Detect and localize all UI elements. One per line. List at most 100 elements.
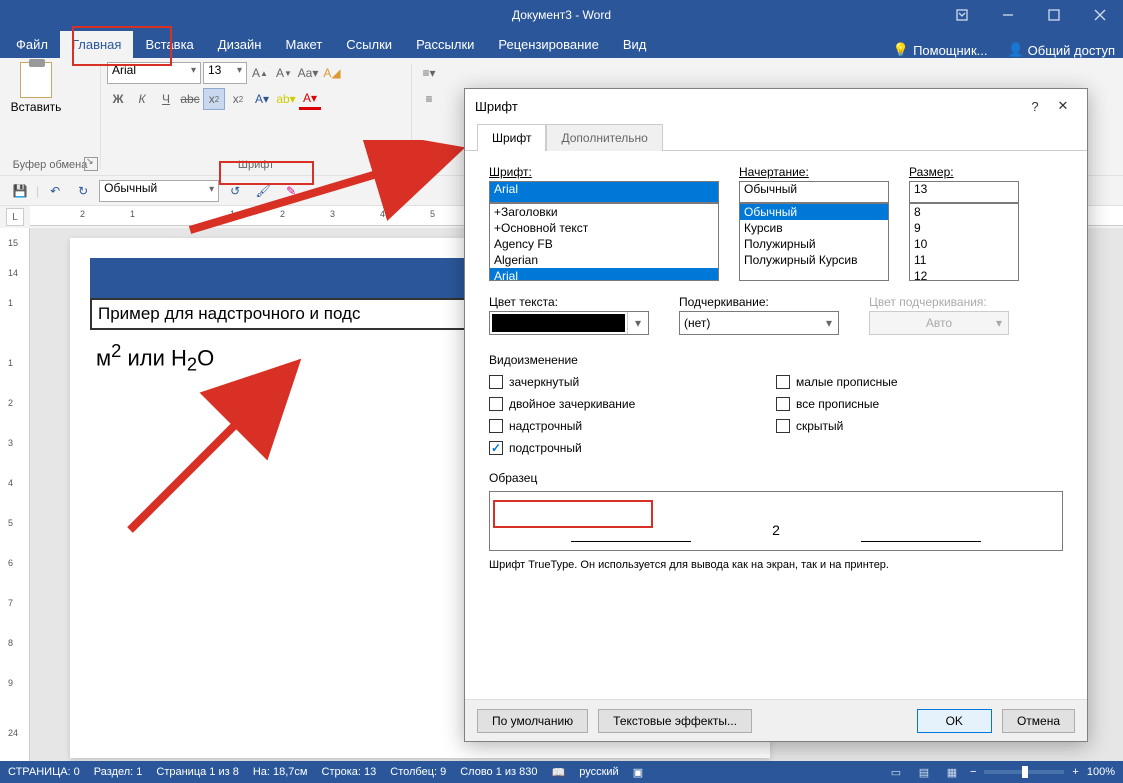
- dialog-tab-font[interactable]: Шрифт: [477, 124, 546, 151]
- checkbox-strikethrough[interactable]: зачеркнутый: [489, 375, 776, 389]
- bullets-button[interactable]: ≡▾: [418, 62, 440, 84]
- status-macro-icon[interactable]: ▣: [633, 766, 643, 779]
- list-item[interactable]: Обычный: [740, 204, 888, 220]
- list-item[interactable]: 9: [910, 220, 1018, 236]
- view-read-mode[interactable]: ▭: [886, 763, 906, 781]
- underline-button[interactable]: Ч: [155, 88, 177, 110]
- ruler-corner[interactable]: L: [6, 208, 24, 226]
- dialog-tab-advanced[interactable]: Дополнительно: [546, 124, 662, 151]
- list-item[interactable]: Полужирный Курсив: [740, 252, 888, 268]
- font-color-button[interactable]: A▾: [299, 88, 321, 110]
- text-effects-button[interactable]: Текстовые эффекты...: [598, 709, 752, 733]
- tell-me[interactable]: Помощник...: [913, 43, 987, 58]
- checkbox-subscript[interactable]: подстрочный: [489, 441, 776, 455]
- tab-file[interactable]: Файл: [4, 31, 60, 58]
- zoom-in-button[interactable]: +: [1072, 766, 1078, 778]
- repeat-button[interactable]: ↺: [223, 179, 247, 203]
- ruler-vertical[interactable]: 15 14 1 1 2 3 4 5 6 7 8 9 24: [0, 228, 30, 761]
- checkbox-double-strikethrough[interactable]: двойное зачеркивание: [489, 397, 776, 411]
- bold-button[interactable]: Ж: [107, 88, 129, 110]
- tab-mailings[interactable]: Рассылки: [404, 31, 486, 58]
- status-spell-icon[interactable]: 📖: [552, 766, 566, 779]
- maximize-button[interactable]: [1031, 0, 1077, 30]
- zoom-out-button[interactable]: −: [970, 766, 976, 778]
- dialog-close-button[interactable]: ✕: [1049, 92, 1077, 120]
- qat-more-button[interactable]: ✎: [279, 179, 303, 203]
- dialog-help-button[interactable]: ?: [1021, 92, 1049, 120]
- ok-button[interactable]: OK: [917, 709, 992, 733]
- list-item[interactable]: Algerian: [490, 252, 718, 268]
- list-item[interactable]: Курсив: [740, 220, 888, 236]
- view-web-layout[interactable]: ▦: [942, 763, 962, 781]
- font-input[interactable]: Arial: [489, 181, 719, 203]
- format-painter-button[interactable]: 🖌: [251, 179, 275, 203]
- clipboard-launcher[interactable]: [84, 157, 98, 171]
- highlight-button[interactable]: ab▾: [275, 88, 297, 110]
- checkbox-all-caps[interactable]: все прописные: [776, 397, 1063, 411]
- list-item[interactable]: 8: [910, 204, 1018, 220]
- minimize-button[interactable]: [985, 0, 1031, 30]
- dialog-titlebar[interactable]: Шрифт ? ✕: [465, 89, 1087, 123]
- superscript-button[interactable]: x2: [227, 88, 249, 110]
- style-input[interactable]: Обычный: [739, 181, 889, 203]
- status-column[interactable]: Столбец: 9: [390, 766, 446, 778]
- list-item[interactable]: Arial: [490, 268, 718, 281]
- change-case-button[interactable]: Aa▾: [297, 62, 319, 84]
- list-item[interactable]: 12: [910, 268, 1018, 281]
- font-listbox[interactable]: +Заголовки +Основной текст Agency FB Alg…: [489, 203, 719, 281]
- status-line[interactable]: Строка: 13: [322, 766, 377, 778]
- view-print-layout[interactable]: ▤: [914, 763, 934, 781]
- tab-home[interactable]: Главная: [60, 31, 133, 58]
- list-item[interactable]: +Основной текст: [490, 220, 718, 236]
- size-listbox[interactable]: 8 9 10 11 12: [909, 203, 1019, 281]
- clear-formatting-button[interactable]: A◢: [321, 62, 343, 84]
- style-listbox[interactable]: Обычный Курсив Полужирный Полужирный Кур…: [739, 203, 889, 281]
- ruler-vtick: 8: [8, 638, 13, 648]
- paste-button[interactable]: Вставить: [6, 62, 66, 114]
- status-page[interactable]: СТРАНИЦА: 0: [8, 766, 80, 778]
- share-button[interactable]: 👤 Общий доступ: [1007, 42, 1115, 58]
- grow-font-button[interactable]: A▲: [249, 62, 271, 84]
- cancel-button[interactable]: Отмена: [1002, 709, 1075, 733]
- subscript-button[interactable]: x2: [203, 88, 225, 110]
- checkbox-superscript[interactable]: надстрочный: [489, 419, 776, 433]
- checkbox-hidden[interactable]: скрытый: [776, 419, 1063, 433]
- list-item[interactable]: 10: [910, 236, 1018, 252]
- italic-button[interactable]: К: [131, 88, 153, 110]
- status-word-count[interactable]: Слово 1 из 830: [460, 766, 537, 778]
- zoom-level[interactable]: 100%: [1087, 766, 1115, 778]
- status-page-of[interactable]: Страница 1 из 8: [156, 766, 238, 778]
- status-language[interactable]: русский: [579, 766, 618, 778]
- font-name-combo[interactable]: Arial: [107, 62, 201, 84]
- font-launcher[interactable]: [395, 157, 409, 171]
- checkbox-small-caps[interactable]: малые прописные: [776, 375, 1063, 389]
- text-effects-button[interactable]: A▾: [251, 88, 273, 110]
- font-size-combo[interactable]: 13: [203, 62, 247, 84]
- ribbon-display-options[interactable]: [939, 0, 985, 30]
- strikethrough-button[interactable]: abc: [179, 88, 201, 110]
- align-button[interactable]: ≡: [418, 88, 440, 110]
- list-item[interactable]: +Заголовки: [490, 204, 718, 220]
- undo-button[interactable]: ↶: [43, 179, 67, 203]
- list-item[interactable]: Полужирный: [740, 236, 888, 252]
- save-button[interactable]: 💾: [8, 179, 32, 203]
- tab-review[interactable]: Рецензирование: [486, 31, 610, 58]
- status-section[interactable]: Раздел: 1: [94, 766, 143, 778]
- set-default-button[interactable]: По умолчанию: [477, 709, 588, 733]
- shrink-font-button[interactable]: A▼: [273, 62, 295, 84]
- tab-insert[interactable]: Вставка: [133, 31, 205, 58]
- tab-layout[interactable]: Макет: [273, 31, 334, 58]
- tab-references[interactable]: Ссылки: [334, 31, 404, 58]
- redo-button[interactable]: ↻: [71, 179, 95, 203]
- list-item[interactable]: Agency FB: [490, 236, 718, 252]
- list-item[interactable]: 11: [910, 252, 1018, 268]
- text-color-combo[interactable]: [489, 311, 649, 335]
- style-combo[interactable]: Обычный: [99, 180, 219, 202]
- status-position[interactable]: На: 18,7см: [253, 766, 308, 778]
- size-input[interactable]: 13: [909, 181, 1019, 203]
- close-button[interactable]: [1077, 0, 1123, 30]
- tab-design[interactable]: Дизайн: [206, 31, 274, 58]
- underline-combo[interactable]: (нет): [679, 311, 839, 335]
- zoom-slider[interactable]: [984, 770, 1064, 774]
- tab-view[interactable]: Вид: [611, 31, 659, 58]
